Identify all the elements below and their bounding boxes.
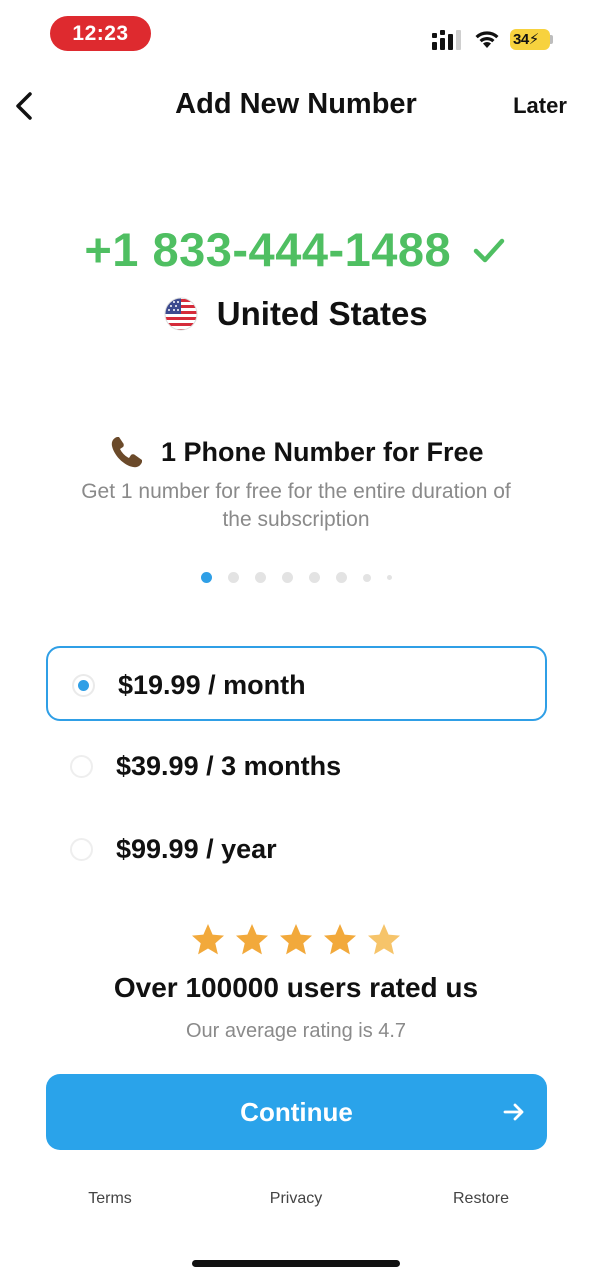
- page-dot[interactable]: [254, 572, 266, 583]
- charging-icon: ⚡: [528, 31, 540, 48]
- plan-option-yearly[interactable]: $99.99 / year: [46, 812, 547, 887]
- country-name: United States: [216, 295, 428, 332]
- page-dot[interactable]: [362, 573, 371, 582]
- page-dot[interactable]: [335, 572, 347, 583]
- continue-button[interactable]: Continue: [46, 1074, 547, 1150]
- battery-tip: [550, 35, 553, 44]
- back-button[interactable]: [8, 84, 52, 128]
- country-row: United States: [0, 292, 592, 336]
- plan-radio[interactable]: [72, 674, 95, 697]
- page-dot[interactable]: [281, 572, 293, 583]
- rating-subtitle: Our average rating is 4.7: [185, 1020, 407, 1042]
- terms-link[interactable]: Terms: [50, 1186, 170, 1212]
- signal-icon: [432, 30, 461, 50]
- feature-title-row: 1 Phone Number for Free: [0, 430, 592, 474]
- star-icon: [368, 924, 400, 955]
- rating-stars: [0, 922, 592, 964]
- status-time: 12:23: [50, 16, 151, 51]
- page-dot-active[interactable]: [200, 572, 212, 583]
- restore-link[interactable]: Restore: [421, 1186, 541, 1212]
- privacy-link[interactable]: Privacy: [236, 1186, 356, 1212]
- star-icon: [192, 924, 224, 955]
- status-bar: 12:23 34⚡: [0, 0, 592, 70]
- us-flag-icon: [164, 297, 198, 331]
- feature-description: Get 1 number for free for the entire dur…: [81, 480, 511, 531]
- check-icon: [473, 238, 504, 263]
- battery-indicator: 34⚡: [510, 29, 550, 50]
- star-icon: [236, 924, 268, 955]
- phone-number-row: +1 833-444-1488: [0, 220, 592, 280]
- feature-title: 1 Phone Number for Free: [160, 437, 484, 467]
- arrow-right-icon: [503, 1103, 524, 1121]
- plan-price: $99.99 / year: [116, 834, 277, 864]
- later-button[interactable]: Later: [500, 88, 580, 124]
- telephone-icon: [112, 437, 143, 468]
- chevron-left-icon: [16, 92, 32, 120]
- plan-option-quarterly[interactable]: $39.99 / 3 months: [46, 729, 547, 804]
- phone-number: +1 833-444-1488: [84, 223, 452, 276]
- rating-title: Over 100000 users rated us: [113, 972, 479, 1003]
- page-title: Add New Number: [175, 88, 417, 120]
- plan-price: $19.99 / month: [118, 670, 306, 700]
- battery-level: 34: [513, 31, 529, 48]
- radio-selected-dot: [78, 680, 89, 691]
- plan-radio[interactable]: [70, 755, 93, 778]
- plan-radio[interactable]: [70, 838, 93, 861]
- plan-option-monthly[interactable]: $19.99 / month: [46, 646, 547, 721]
- plan-price: $39.99 / 3 months: [116, 751, 342, 781]
- home-indicator[interactable]: [192, 1260, 400, 1267]
- page-dot[interactable]: [227, 572, 239, 583]
- star-icon: [324, 924, 356, 955]
- wifi-icon: [475, 31, 499, 48]
- page-dot[interactable]: [386, 575, 392, 580]
- continue-label: Continue: [240, 1097, 353, 1127]
- star-icon: [280, 924, 312, 955]
- carousel-page-indicator[interactable]: [0, 572, 592, 588]
- page-dot[interactable]: [308, 572, 320, 583]
